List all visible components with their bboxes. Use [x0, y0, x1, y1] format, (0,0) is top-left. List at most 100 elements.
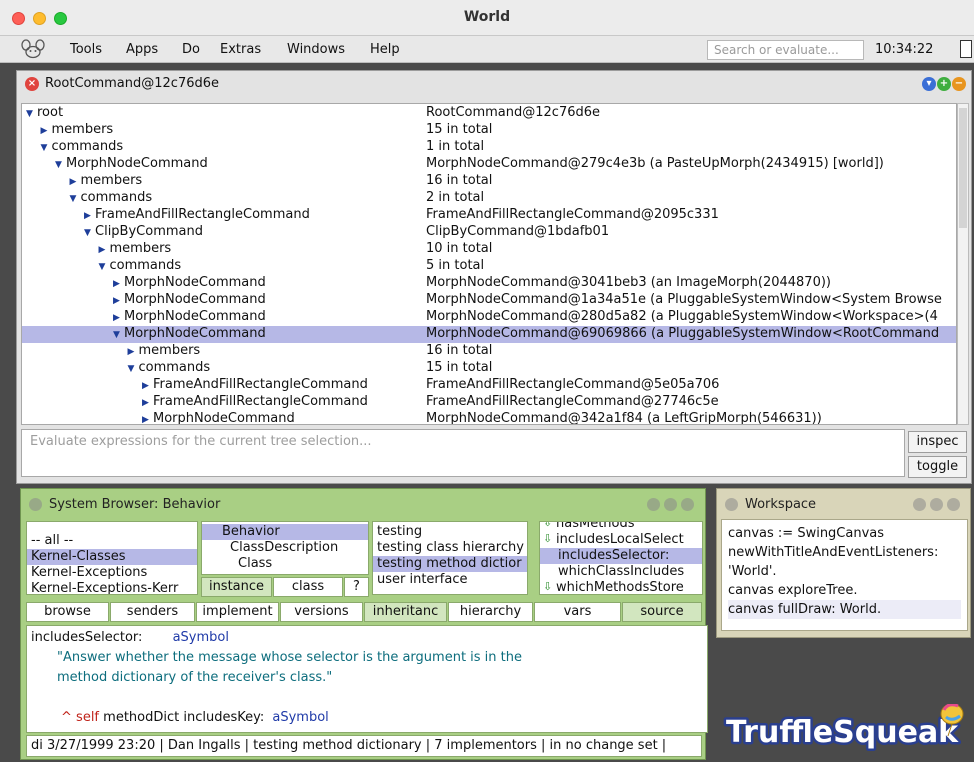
method-list[interactable]: hasMethods includesLocalSelect includesSel…: [539, 521, 703, 595]
expanded-arrow-icon[interactable]: ▼: [84, 228, 95, 238]
tree-row[interactable]: ▼ commands 15 in total: [22, 360, 956, 377]
toggle-button[interactable]: toggle: [908, 456, 967, 478]
tree-row[interactable]: ▶ members 15 in total: [22, 122, 956, 139]
tree-row[interactable]: ▶ MorphNodeCommand MorphNodeCommand@280d5a…: [22, 309, 956, 326]
classe-item[interactable]: ClassDescription: [202, 540, 368, 556]
expand-icon[interactable]: [947, 498, 960, 511]
method-item[interactable]: includesLocalSelect: [540, 532, 702, 548]
tree-row[interactable]: ▶ members 16 in total: [22, 173, 956, 190]
expand-icon[interactable]: +: [937, 77, 951, 91]
categorie-item[interactable]: Kernel-Exceptions-Kerr: [27, 581, 197, 594]
tree-node-label: members: [109, 241, 172, 256]
classe-item[interactable]: Behavior: [202, 524, 368, 540]
expanded-arrow-icon[interactable]: ▼: [70, 194, 81, 204]
tab-inheritanc-button[interactable]: inheritanc: [364, 602, 447, 622]
menu-icon[interactable]: [913, 498, 926, 511]
tree-scrollbar-thumb[interactable]: [959, 108, 967, 228]
collapse-icon[interactable]: [664, 498, 677, 511]
collapse-icon[interactable]: [930, 498, 943, 511]
tree-row[interactable]: ▶ members 16 in total: [22, 343, 956, 360]
tree-row[interactable]: ▶ FrameAndFillRectangleCommand FrameAndFil…: [22, 377, 956, 394]
tree-row[interactable]: ▶ MorphNodeCommand MorphNodeCommand@1a34a5…: [22, 292, 956, 309]
menu-icon[interactable]: [647, 498, 660, 511]
collapsed-arrow-icon[interactable]: ▶: [142, 415, 153, 424]
tree-row[interactable]: ▼ commands 2 in total: [22, 190, 956, 207]
collapsed-arrow-icon[interactable]: ▶: [84, 211, 95, 221]
tree-row[interactable]: ▼ MorphNodeCommand MorphNodeCommand@279c4e…: [22, 156, 956, 173]
menu-windows[interactable]: Windows: [287, 42, 345, 57]
collapsed-arrow-icon[interactable]: ▶: [113, 279, 124, 289]
collapsed-arrow-icon[interactable]: ▶: [41, 126, 52, 136]
squeak-mouse-icon[interactable]: [20, 39, 46, 59]
tree-row[interactable]: ▼ commands 5 in total: [22, 258, 956, 275]
method-item[interactable]: whichMethodsStore: [540, 580, 702, 594]
tab-versions-button[interactable]: versions: [280, 602, 363, 622]
collapsed-arrow-icon[interactable]: ▶: [70, 177, 81, 187]
expanded-arrow-icon[interactable]: ▼: [26, 109, 37, 119]
method-item[interactable]: includesSelector:: [540, 548, 702, 564]
collapse-icon[interactable]: −: [952, 77, 966, 91]
inspect-button[interactable]: inspec: [908, 431, 967, 453]
protocol-item[interactable]: testing: [373, 524, 527, 540]
protocol-item[interactable]: testing class hierarchy: [373, 540, 527, 556]
instance-toggle[interactable]: instance: [201, 577, 272, 597]
categorie-item[interactable]: Kernel-Classes: [27, 549, 197, 565]
categorie-item[interactable]: Kernel-Exceptions: [27, 565, 197, 581]
protocol-list[interactable]: testing testing class hierarchy testing me…: [372, 521, 528, 595]
menu-do[interactable]: Do: [182, 42, 200, 57]
menu-tools[interactable]: Tools: [70, 42, 102, 57]
categorie-item[interactable]: -- all --: [27, 533, 197, 549]
code-pane[interactable]: includesSelector: aSymbol "Answer whethe…: [26, 625, 708, 733]
expanded-arrow-icon[interactable]: ▼: [55, 160, 66, 170]
tab-vars-button[interactable]: vars: [534, 602, 621, 622]
protocol-item[interactable]: testing method dictior: [373, 556, 527, 572]
eval-input[interactable]: Evaluate expressions for the current tre…: [21, 429, 905, 477]
method-item[interactable]: hasMethods: [540, 522, 702, 532]
tree-row[interactable]: ▶ MorphNodeCommand MorphNodeCommand@342a1f…: [22, 411, 956, 424]
collapsed-arrow-icon[interactable]: ▶: [99, 245, 110, 255]
command-tree[interactable]: ▼ root RootCommand@12c76d6e ▶ members 15 in t…: [21, 103, 957, 425]
search-input[interactable]: Search or evaluate...: [707, 40, 864, 60]
expanded-arrow-icon[interactable]: ▼: [128, 364, 139, 374]
close-icon[interactable]: ×: [25, 77, 39, 91]
collapsed-arrow-icon[interactable]: ▶: [142, 381, 153, 391]
tree-row[interactable]: ▶ FrameAndFillRectangleCommand FrameAndFil…: [22, 207, 956, 224]
class-toggle[interactable]: class: [273, 577, 343, 597]
tab-senders-button[interactable]: senders: [110, 602, 195, 622]
tab-source-button[interactable]: source: [622, 602, 702, 622]
tree-row[interactable]: ▼ commands 1 in total: [22, 139, 956, 156]
menu-icon[interactable]: ▾: [922, 77, 936, 91]
tab-implement-button[interactable]: implement: [196, 602, 279, 622]
classe-item[interactable]: Class: [202, 556, 368, 572]
tree-row[interactable]: ▼ ClipByCommand ClipByCommand@1bdafb01: [22, 224, 956, 241]
collapsed-arrow-icon[interactable]: ▶: [113, 296, 124, 306]
expanded-arrow-icon[interactable]: ▼: [99, 262, 110, 272]
collapsed-arrow-icon[interactable]: ▶: [113, 313, 124, 323]
tree-node-value: 10 in total: [426, 241, 493, 256]
help-button[interactable]: ?: [344, 577, 369, 597]
menu-apps[interactable]: Apps: [126, 42, 158, 57]
collapsed-arrow-icon[interactable]: ▶: [128, 347, 139, 357]
class-list[interactable]: Behavior ClassDescription Class: [201, 521, 369, 575]
menu-help[interactable]: Help: [370, 42, 400, 57]
method-item[interactable]: whichClassIncludes: [540, 564, 702, 580]
expand-icon[interactable]: [681, 498, 694, 511]
tab-hierarchy-button[interactable]: hierarchy: [448, 602, 533, 622]
expanded-arrow-icon[interactable]: ▼: [41, 143, 52, 153]
close-icon[interactable]: [725, 498, 738, 511]
project-icon[interactable]: [960, 40, 972, 58]
tab-browse-button[interactable]: browse: [26, 602, 109, 622]
collapsed-arrow-icon[interactable]: ▶: [142, 398, 153, 408]
tree-row[interactable]: ▶ members 10 in total: [22, 241, 956, 258]
close-icon[interactable]: [29, 498, 42, 511]
expanded-arrow-icon[interactable]: ▼: [113, 330, 124, 340]
tree-row[interactable]: ▼ root RootCommand@12c76d6e: [22, 105, 956, 122]
workspace-editor[interactable]: canvas := SwingCanvas newWithTitleAndEve…: [721, 519, 968, 631]
tree-row[interactable]: ▼ MorphNodeCommand MorphNodeCommand@690698…: [22, 326, 956, 343]
protocol-item[interactable]: user interface: [373, 572, 527, 588]
tree-row[interactable]: ▶ FrameAndFillRectangleCommand FrameAndFil…: [22, 394, 956, 411]
tree-row[interactable]: ▶ MorphNodeCommand MorphNodeCommand@3041be…: [22, 275, 956, 292]
tree-scrollbar[interactable]: [957, 103, 969, 425]
category-list[interactable]: -- all -- Kernel-Classes Kernel-Exceptions…: [26, 521, 198, 595]
menu-extras[interactable]: Extras: [220, 42, 261, 57]
